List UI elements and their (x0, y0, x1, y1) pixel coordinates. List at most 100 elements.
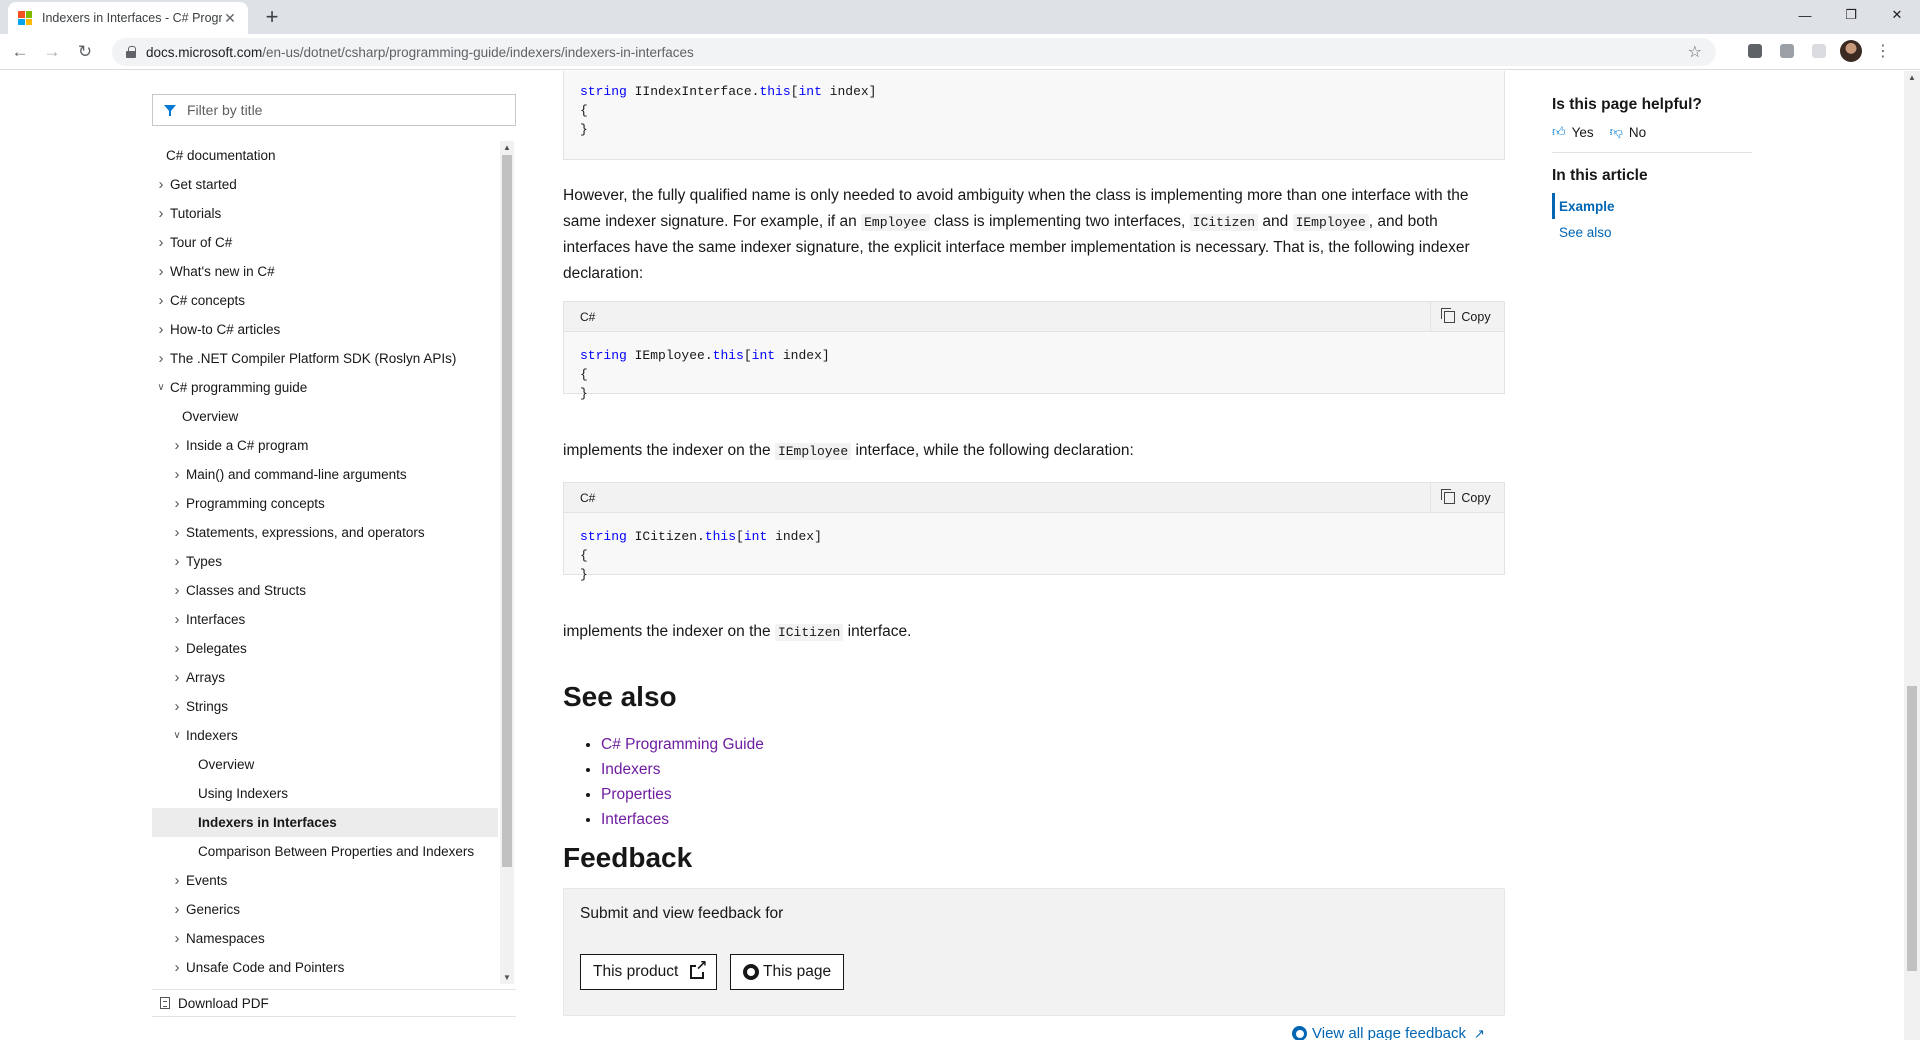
toc-item[interactable]: › Delegates (152, 634, 498, 663)
scroll-up-icon[interactable]: ▲ (1908, 73, 1916, 82)
chevron-right-icon[interactable]: › (154, 292, 168, 309)
copy-button[interactable]: Copy (1430, 302, 1504, 331)
toc-item[interactable]: › Arrays (152, 663, 498, 692)
extension-icon[interactable] (1744, 40, 1766, 62)
filter-input[interactable] (187, 102, 487, 118)
new-tab-button[interactable]: + (260, 6, 284, 30)
chevron-right-icon[interactable]: › (154, 263, 168, 280)
chevron-right-icon[interactable]: › (170, 553, 184, 570)
menu-icon[interactable]: ⋮ (1872, 40, 1894, 62)
article-link-example[interactable]: Example (1552, 193, 1752, 219)
toc-item[interactable]: › What's new in C# (152, 257, 498, 286)
chevron-right-icon[interactable]: › (170, 611, 184, 628)
toc-item[interactable]: › Types (152, 547, 498, 576)
toc-item[interactable]: Comparison Between Properties and Indexe… (152, 837, 498, 866)
table-of-contents: C# documentation›Get started›Tutorials›T… (152, 94, 516, 1017)
chevron-right-icon[interactable]: › (154, 234, 168, 251)
chevron-right-icon[interactable]: › (170, 669, 184, 686)
thumbs-up-icon: 👍︎ (1552, 124, 1566, 139)
chevron-right-icon[interactable]: › (170, 524, 184, 541)
download-pdf-link[interactable]: Download PDF (152, 989, 516, 1017)
bookmark-star-icon[interactable]: ☆ (1688, 42, 1702, 62)
toc-item[interactable]: › Namespaces (152, 924, 498, 953)
toc-item[interactable]: › Tutorials (152, 199, 498, 228)
toc-item-label: The .NET Compiler Platform SDK (Roslyn A… (170, 351, 457, 366)
close-window-button[interactable]: ✕ (1874, 0, 1920, 30)
toc-item[interactable]: › Programming concepts (152, 489, 498, 518)
this-page-button[interactable]: This page (730, 954, 845, 990)
link-properties[interactable]: Properties (601, 786, 672, 803)
filter-icon (163, 103, 177, 117)
chevron-right-icon[interactable]: › (170, 959, 184, 976)
chevron-right-icon[interactable]: › (154, 350, 168, 367)
chevron-right-icon[interactable]: › (154, 176, 168, 193)
toc-item[interactable]: C# documentation (152, 141, 498, 170)
minimize-button[interactable]: — (1782, 0, 1828, 30)
toc-item[interactable]: › Strings (152, 692, 498, 721)
back-icon[interactable]: ← (8, 40, 32, 64)
code-header: C# Copy (564, 302, 1504, 332)
page-scrollbar[interactable]: ▲ (1904, 71, 1920, 1040)
chevron-right-icon[interactable]: › (170, 582, 184, 599)
avatar[interactable] (1840, 40, 1862, 62)
toc-item[interactable]: › C# concepts (152, 286, 498, 315)
scroll-up-icon[interactable]: ▲ (503, 143, 511, 152)
chevron-right-icon[interactable]: › (170, 930, 184, 947)
toc-item[interactable]: Using Indexers (152, 779, 498, 808)
chevron-right-icon[interactable]: › (170, 495, 184, 512)
link-indexers[interactable]: Indexers (601, 761, 660, 778)
yes-button[interactable]: 👍︎ Yes (1552, 124, 1594, 140)
chevron-right-icon[interactable]: › (170, 640, 184, 657)
restore-button[interactable]: ❐ (1828, 0, 1874, 30)
toc-item[interactable]: › Main() and command-line arguments (152, 460, 498, 489)
link-csharp-programming-guide[interactable]: C# Programming Guide (601, 736, 764, 753)
toc-item[interactable]: › Classes and Structs (152, 576, 498, 605)
toc-item[interactable]: Indexers in Interfaces (152, 808, 498, 837)
toc-item[interactable]: › The .NET Compiler Platform SDK (Roslyn … (152, 344, 498, 373)
toc-item[interactable]: › Interfaces (152, 605, 498, 634)
reload-icon[interactable]: ↻ (73, 40, 97, 64)
chevron-right-icon[interactable]: › (154, 321, 168, 338)
chevron-down-icon[interactable]: ∨ (170, 730, 184, 741)
chevron-right-icon[interactable]: › (170, 901, 184, 918)
toc-item[interactable]: › Inside a C# program (152, 431, 498, 460)
filter-box[interactable] (152, 94, 516, 126)
toc-scrollbar[interactable]: ▲ ▼ (500, 141, 514, 984)
browser-tab[interactable]: Indexers in Interfaces - C# Progra ✕ (8, 2, 248, 34)
scroll-down-icon[interactable]: ▼ (503, 973, 511, 982)
paragraph: implements the indexer on the ICitizen i… (563, 623, 912, 641)
page-scroll-thumb[interactable] (1907, 686, 1917, 971)
toc-item[interactable]: › Generics (152, 895, 498, 924)
toc-item[interactable]: › How-to C# articles (152, 315, 498, 344)
link-interfaces[interactable]: Interfaces (601, 811, 669, 828)
toc-item[interactable]: › Events (152, 866, 498, 895)
article-link-see-also[interactable]: See also (1552, 219, 1752, 245)
address-bar[interactable]: docs.microsoft.com/en-us/dotnet/csharp/p… (112, 38, 1716, 66)
chevron-right-icon[interactable]: › (170, 698, 184, 715)
close-icon[interactable]: ✕ (222, 10, 238, 26)
toc-item[interactable]: › Get started (152, 170, 498, 199)
lock-icon[interactable] (126, 46, 136, 58)
chevron-right-icon[interactable]: › (170, 466, 184, 483)
toc-item[interactable]: Overview (152, 750, 498, 779)
no-button[interactable]: 👎︎ No (1610, 124, 1646, 140)
toc-item[interactable]: ∨ Indexers (152, 721, 498, 750)
extension-icon[interactable] (1776, 40, 1798, 62)
toc-scroll-thumb[interactable] (502, 155, 512, 867)
toc-item[interactable]: ∨ C# programming guide (152, 373, 498, 402)
extension-icon[interactable] (1808, 40, 1830, 62)
chevron-right-icon[interactable]: › (170, 437, 184, 454)
toc-item[interactable]: Overview (152, 402, 498, 431)
list-item: C# Programming Guide (601, 732, 764, 757)
copy-button[interactable]: Copy (1430, 483, 1504, 512)
toc-item[interactable]: › Tour of C# (152, 228, 498, 257)
toc-item[interactable]: › Statements, expressions, and operators (152, 518, 498, 547)
forward-icon[interactable]: → (40, 40, 64, 64)
chevron-right-icon[interactable]: › (170, 872, 184, 889)
chevron-down-icon[interactable]: ∨ (154, 382, 168, 393)
toc-item[interactable]: › Unsafe Code and Pointers (152, 953, 498, 982)
code-block: C# Copy string ICitizen.this[int index] … (563, 482, 1505, 582)
view-all-feedback-link[interactable]: View all page feedback ↗ (1292, 1025, 1485, 1040)
chevron-right-icon[interactable]: › (154, 205, 168, 222)
this-product-button[interactable]: This product (580, 954, 718, 990)
